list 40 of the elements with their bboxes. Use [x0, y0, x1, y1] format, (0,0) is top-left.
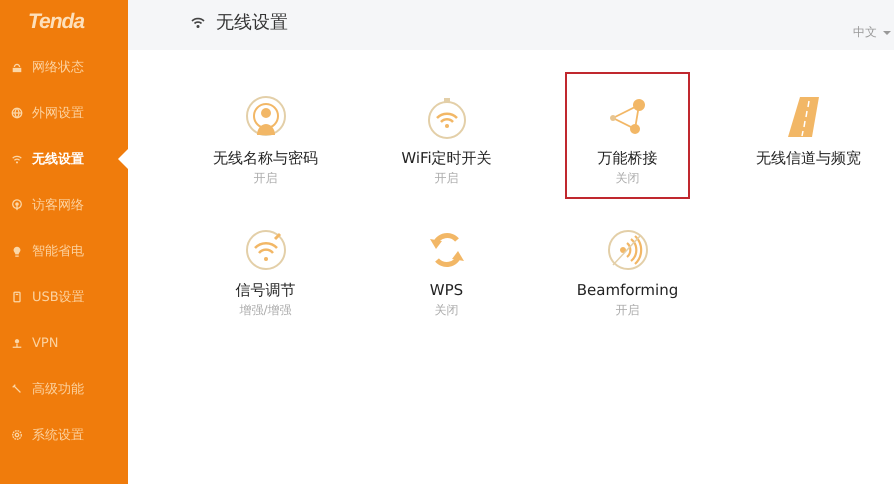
status-text: 关闭 — [616, 170, 640, 186]
selection-pointer — [118, 149, 128, 169]
sidebar-item[interactable]: 无线设置 — [0, 136, 128, 182]
usb-drive-icon — [11, 291, 23, 303]
tile-label: 无线名称与密码 — [213, 148, 318, 168]
tile-label: WiFi定时开关 — [401, 148, 492, 168]
status-text: 关闭 — [434, 302, 458, 318]
language-dropdown[interactable]: 中文 — [853, 24, 891, 41]
gear-icon — [11, 429, 23, 441]
status-text: 开启 — [434, 170, 458, 186]
status-text: 增强/增强 — [239, 302, 292, 318]
sidebar-item[interactable]: 外网设置 — [0, 90, 128, 136]
status-text: 开启 — [254, 170, 278, 186]
tile-label: 信号调节 — [236, 280, 296, 300]
settings-tile[interactable]: 无线信道与频宽 — [746, 72, 871, 199]
settings-tile[interactable]: Beamforming 开启 — [565, 204, 690, 331]
settings-tile[interactable]: 信号调节 增强/增强 — [203, 204, 328, 331]
status-text: 开启 — [616, 302, 640, 318]
sidebar-item[interactable]: 访客网络 — [0, 182, 128, 228]
settings-tile[interactable]: WPS 关闭 — [384, 204, 509, 331]
wrench-icon — [11, 383, 23, 395]
tile-label: 无线信道与频宽 — [756, 148, 861, 168]
tile-label: Beamforming — [576, 280, 678, 300]
wifi-icon — [11, 153, 23, 165]
sidebar-item[interactable]: USB设置 — [0, 274, 128, 320]
settings-tile[interactable]: 万能桥接 关闭 — [565, 72, 690, 199]
logo: Tenda — [26, 9, 86, 35]
settings-tile[interactable]: 无线名称与密码 开启 — [203, 72, 328, 199]
sidebar-item[interactable]: 网络状态 — [0, 44, 128, 90]
tile-label: 万能桥接 — [598, 148, 658, 168]
settings-tile[interactable]: WiFi定时开关 开启 — [384, 72, 509, 199]
page-title: 无线设置 — [216, 11, 288, 34]
sidebar-item[interactable]: 系统设置 — [0, 412, 128, 458]
globe-icon — [11, 107, 23, 119]
sidebar-item[interactable]: VPN — [0, 320, 128, 366]
sidebar-item[interactable]: 智能省电 — [0, 228, 128, 274]
bulb-icon — [11, 245, 23, 257]
tile-label: WPS — [430, 280, 464, 300]
sidebar-item[interactable]: 高级功能 — [0, 366, 128, 412]
caret-icon — [883, 30, 891, 34]
